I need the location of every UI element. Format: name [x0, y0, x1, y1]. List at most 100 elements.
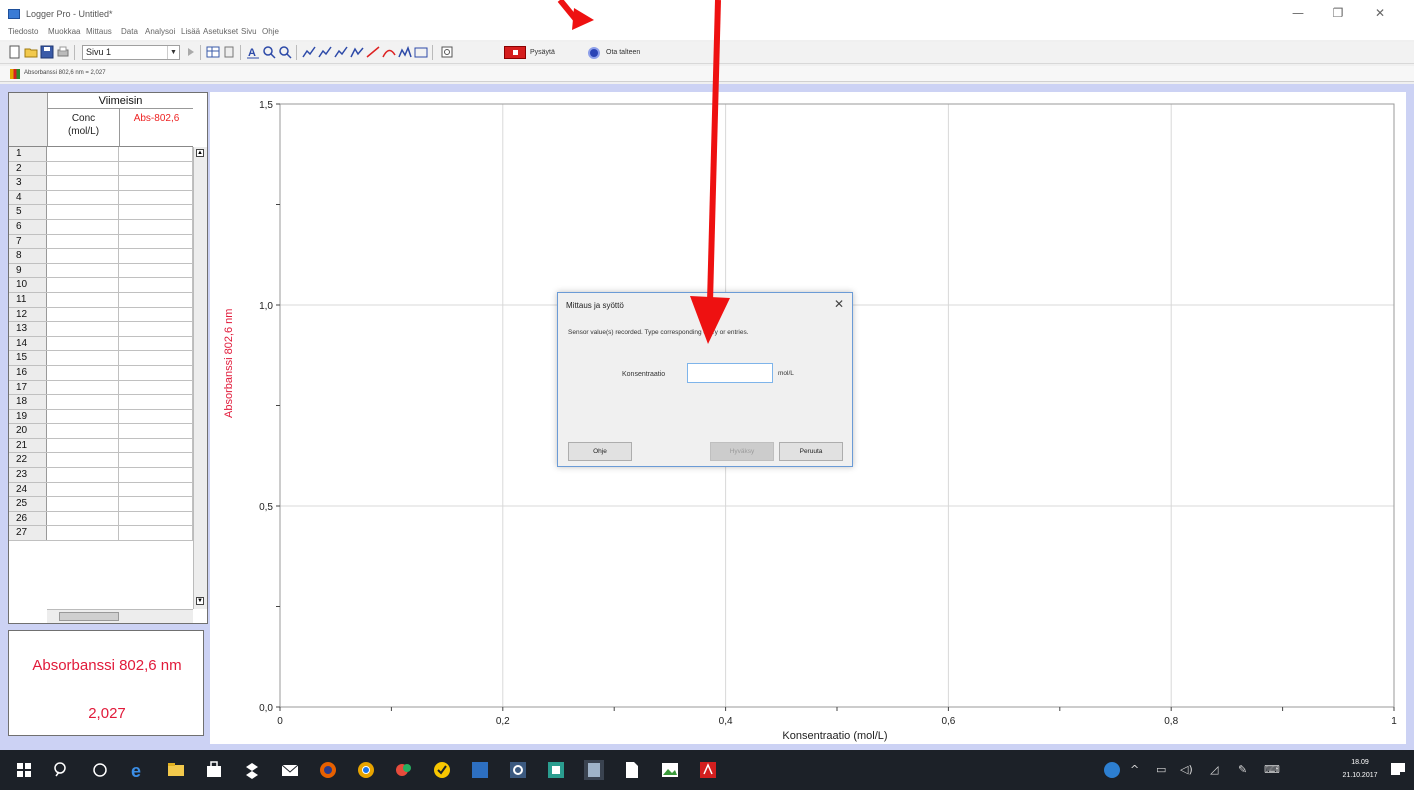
cell-conc[interactable]: [47, 409, 119, 424]
cell-conc[interactable]: [47, 424, 119, 438]
cell-abs[interactable]: [119, 176, 193, 190]
cell-abs[interactable]: [119, 292, 193, 307]
data-table[interactable]: Viimeisin Conc (mol/L) Abs-802,6 1234567…: [8, 92, 208, 624]
menu-asetukset[interactable]: Asetukset: [203, 27, 238, 36]
search-icon[interactable]: [52, 760, 72, 780]
table-row[interactable]: 22: [9, 453, 193, 469]
cell-conc[interactable]: [47, 395, 119, 409]
digital-meter[interactable]: Absorbanssi 802,6 nm 2,027: [8, 630, 204, 736]
cell-abs[interactable]: [119, 482, 193, 497]
cell-conc[interactable]: [47, 365, 119, 380]
data-browser-icon[interactable]: [222, 45, 236, 59]
examine-icon[interactable]: [302, 45, 316, 59]
logger-pro-taskbar-icon[interactable]: [584, 760, 604, 780]
integral-icon[interactable]: [334, 45, 348, 59]
table-row[interactable]: 14: [9, 336, 193, 352]
cell-conc[interactable]: [47, 511, 119, 526]
cell-conc[interactable]: [47, 526, 119, 541]
table-icon[interactable]: [206, 45, 220, 59]
fft-icon[interactable]: [414, 45, 428, 59]
print-icon[interactable]: [56, 45, 70, 59]
firefox-icon[interactable]: [318, 760, 338, 780]
start-icon[interactable]: [14, 760, 34, 780]
table-row[interactable]: 16: [9, 365, 193, 381]
sensor-setup-icon[interactable]: [440, 45, 454, 59]
cell-conc[interactable]: [47, 176, 119, 190]
menu-muokkaa[interactable]: Muokkaa: [48, 27, 80, 36]
cell-conc[interactable]: [47, 497, 119, 511]
store-icon[interactable]: [204, 760, 224, 780]
table-row[interactable]: 23: [9, 468, 193, 483]
tray-app-icon[interactable]: [1102, 760, 1122, 780]
network-icon[interactable]: ◿: [1210, 763, 1218, 776]
table-row[interactable]: 19: [9, 409, 193, 425]
app-icon-blue[interactable]: [470, 760, 490, 780]
file-explorer-icon[interactable]: [166, 760, 186, 780]
app-icon-gear[interactable]: [508, 760, 528, 780]
cell-abs[interactable]: [119, 278, 193, 292]
table-row[interactable]: 5: [9, 205, 193, 220]
cell-conc[interactable]: [47, 453, 119, 468]
tangent-icon[interactable]: [318, 45, 332, 59]
cell-abs[interactable]: [119, 438, 193, 453]
column-header-conc[interactable]: Conc (mol/L): [47, 109, 119, 147]
table-horizontal-scrollbar[interactable]: [47, 609, 193, 623]
mail-icon[interactable]: [280, 760, 300, 780]
chrome-icon[interactable]: [356, 760, 376, 780]
cell-conc[interactable]: [47, 380, 119, 395]
cell-abs[interactable]: [119, 219, 193, 234]
edge-icon[interactable]: e: [128, 760, 148, 780]
document-icon[interactable]: [622, 760, 642, 780]
cell-abs[interactable]: [119, 526, 193, 541]
cell-conc[interactable]: [47, 147, 119, 161]
cell-conc[interactable]: [47, 205, 119, 219]
table-row[interactable]: 2: [9, 161, 193, 177]
cancel-button[interactable]: Peruuta: [779, 442, 843, 461]
concentration-input[interactable]: [687, 363, 773, 383]
cell-abs[interactable]: [119, 263, 193, 278]
cell-conc[interactable]: [47, 351, 119, 365]
table-row[interactable]: 4: [9, 190, 193, 206]
cell-conc[interactable]: [47, 249, 119, 263]
system-clock[interactable]: 18.09 21.10.2017: [1336, 756, 1384, 782]
table-row[interactable]: 12: [9, 307, 193, 323]
minimize-button[interactable]: —: [1280, 4, 1316, 22]
cell-conc[interactable]: [47, 336, 119, 351]
cell-abs[interactable]: [119, 453, 193, 468]
cell-abs[interactable]: [119, 395, 193, 409]
cell-conc[interactable]: [47, 307, 119, 322]
table-row[interactable]: 13: [9, 322, 193, 337]
zoom-in-icon[interactable]: [262, 45, 276, 59]
cell-conc[interactable]: [47, 190, 119, 205]
cell-conc[interactable]: [47, 234, 119, 249]
image-viewer-icon[interactable]: [660, 760, 680, 780]
statistics-icon[interactable]: [350, 45, 364, 59]
measurement-entry-dialog[interactable]: Mittaus ja syöttö ✕ Sensor value(s) reco…: [557, 292, 853, 467]
cell-abs[interactable]: [119, 322, 193, 336]
cell-abs[interactable]: [119, 424, 193, 438]
cell-abs[interactable]: [119, 249, 193, 263]
table-row[interactable]: 27: [9, 526, 193, 542]
help-button[interactable]: Ohje: [568, 442, 632, 461]
table-row[interactable]: 6: [9, 219, 193, 235]
zoom-out-icon[interactable]: [278, 45, 292, 59]
app-icon-green[interactable]: [546, 760, 566, 780]
cell-conc[interactable]: [47, 161, 119, 176]
menu-lisaa[interactable]: Lisää: [181, 27, 200, 36]
cell-abs[interactable]: [119, 380, 193, 395]
battery-icon[interactable]: ▭: [1156, 763, 1166, 776]
table-row[interactable]: 1: [9, 147, 193, 162]
cell-conc[interactable]: [47, 292, 119, 307]
table-row[interactable]: 3: [9, 176, 193, 191]
notification-center-icon[interactable]: [1388, 760, 1408, 780]
table-row[interactable]: 7: [9, 234, 193, 250]
cell-abs[interactable]: [119, 511, 193, 526]
table-row[interactable]: 17: [9, 380, 193, 396]
menu-data[interactable]: Data: [121, 27, 138, 36]
volume-icon[interactable]: ◁): [1180, 763, 1193, 776]
table-row[interactable]: 21: [9, 438, 193, 454]
show-hidden-icons-icon[interactable]: ^: [1130, 763, 1139, 776]
cell-abs[interactable]: [119, 365, 193, 380]
keyboard-icon[interactable]: ⌨: [1264, 763, 1280, 776]
cell-abs[interactable]: [119, 205, 193, 219]
